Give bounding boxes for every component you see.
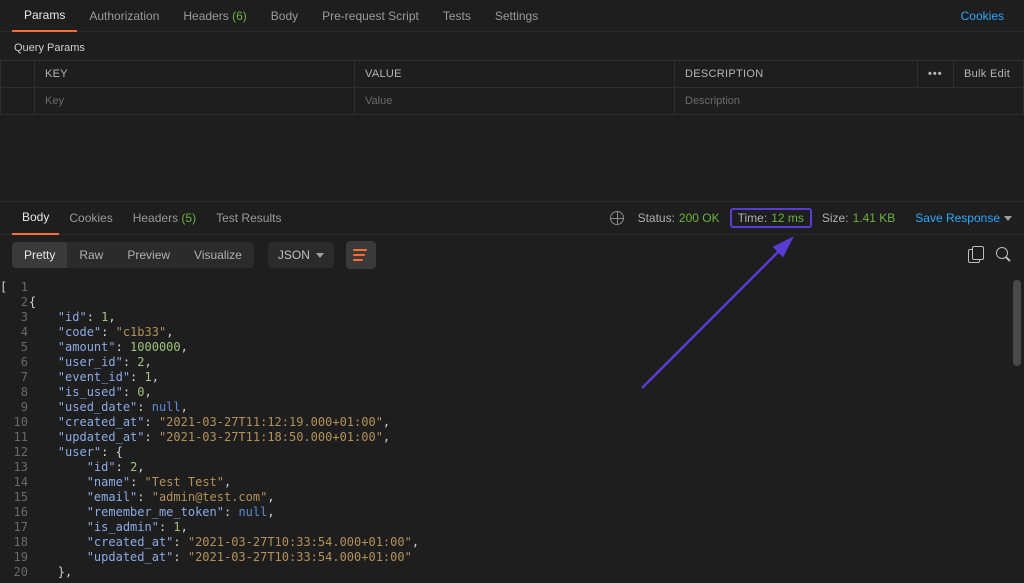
- params-col-checkbox: [1, 61, 35, 88]
- resp-tab-cookies[interactable]: Cookies: [59, 201, 122, 235]
- resp-tab-test-results[interactable]: Test Results: [206, 201, 291, 235]
- scrollbar-thumb[interactable]: [1013, 280, 1021, 366]
- wrap-lines-button[interactable]: [346, 241, 376, 269]
- status-pair: Status: 200 OK: [638, 211, 720, 225]
- bulk-edit-button[interactable]: Bulk Edit: [954, 61, 1024, 88]
- size-value: 1.41 KB: [853, 211, 896, 225]
- resp-tab-headers-count: (5): [181, 211, 196, 225]
- response-body-code[interactable]: 1 2 3 4 5 6 7 8 9 10 11 12 13 14 15 16 1…: [0, 280, 1024, 583]
- params-col-more-icon[interactable]: •••: [918, 61, 954, 88]
- cookies-link[interactable]: Cookies: [953, 9, 1012, 23]
- save-response-button[interactable]: Save Response: [905, 211, 1012, 225]
- time-pair: Time: 12 ms: [730, 208, 812, 228]
- chevron-down-icon: [1004, 216, 1012, 221]
- response-view-row: Pretty Raw Preview Visualize JSON: [0, 235, 1024, 275]
- view-tab-visualize[interactable]: Visualize: [182, 242, 254, 268]
- tab-params[interactable]: Params: [12, 0, 77, 32]
- param-key-input[interactable]: Key: [35, 88, 355, 115]
- view-mode-tabs: Pretty Raw Preview Visualize: [12, 242, 254, 268]
- query-params-label: Query Params: [0, 32, 1024, 60]
- tab-headers-count: (6): [232, 9, 247, 23]
- language-dropdown[interactable]: JSON: [268, 242, 334, 268]
- view-tab-pretty[interactable]: Pretty: [12, 242, 67, 268]
- status-value: 200 OK: [679, 211, 720, 225]
- status-label: Status:: [638, 211, 675, 225]
- params-col-value: VALUE: [355, 61, 675, 88]
- time-value: 12 ms: [771, 211, 804, 225]
- params-col-key: KEY: [35, 61, 355, 88]
- resp-tab-body[interactable]: Body: [12, 201, 59, 235]
- resp-tab-headers-label: Headers: [133, 211, 178, 225]
- time-label: Time:: [738, 211, 768, 225]
- tab-headers-label: Headers: [183, 9, 228, 23]
- view-tab-raw[interactable]: Raw: [67, 242, 115, 268]
- param-value-input[interactable]: Value: [355, 88, 675, 115]
- tab-body[interactable]: Body: [259, 0, 310, 32]
- response-tabs: Body Cookies Headers (5) Test Results St…: [0, 201, 1024, 235]
- tab-authorization[interactable]: Authorization: [77, 0, 171, 32]
- tab-pre-request[interactable]: Pre-request Script: [310, 0, 431, 32]
- search-icon[interactable]: [996, 247, 1012, 263]
- size-label: Size:: [822, 211, 849, 225]
- tab-settings[interactable]: Settings: [483, 0, 550, 32]
- param-description-input[interactable]: Description: [675, 88, 1024, 115]
- view-tab-preview[interactable]: Preview: [115, 242, 182, 268]
- params-row-empty: Key Value Description: [1, 88, 1024, 115]
- params-col-description: DESCRIPTION: [675, 61, 918, 88]
- tab-headers[interactable]: Headers (6): [171, 0, 258, 32]
- size-pair: Size: 1.41 KB: [822, 211, 895, 225]
- request-tabs: Params Authorization Headers (6) Body Pr…: [0, 0, 1024, 32]
- tab-tests[interactable]: Tests: [431, 0, 483, 32]
- resp-tab-headers[interactable]: Headers (5): [123, 201, 206, 235]
- globe-icon[interactable]: [610, 211, 624, 225]
- copy-icon[interactable]: [968, 247, 984, 263]
- chevron-down-icon: [316, 253, 324, 258]
- params-table: KEY VALUE DESCRIPTION ••• Bulk Edit Key …: [0, 60, 1024, 115]
- wrap-icon: [353, 249, 369, 261]
